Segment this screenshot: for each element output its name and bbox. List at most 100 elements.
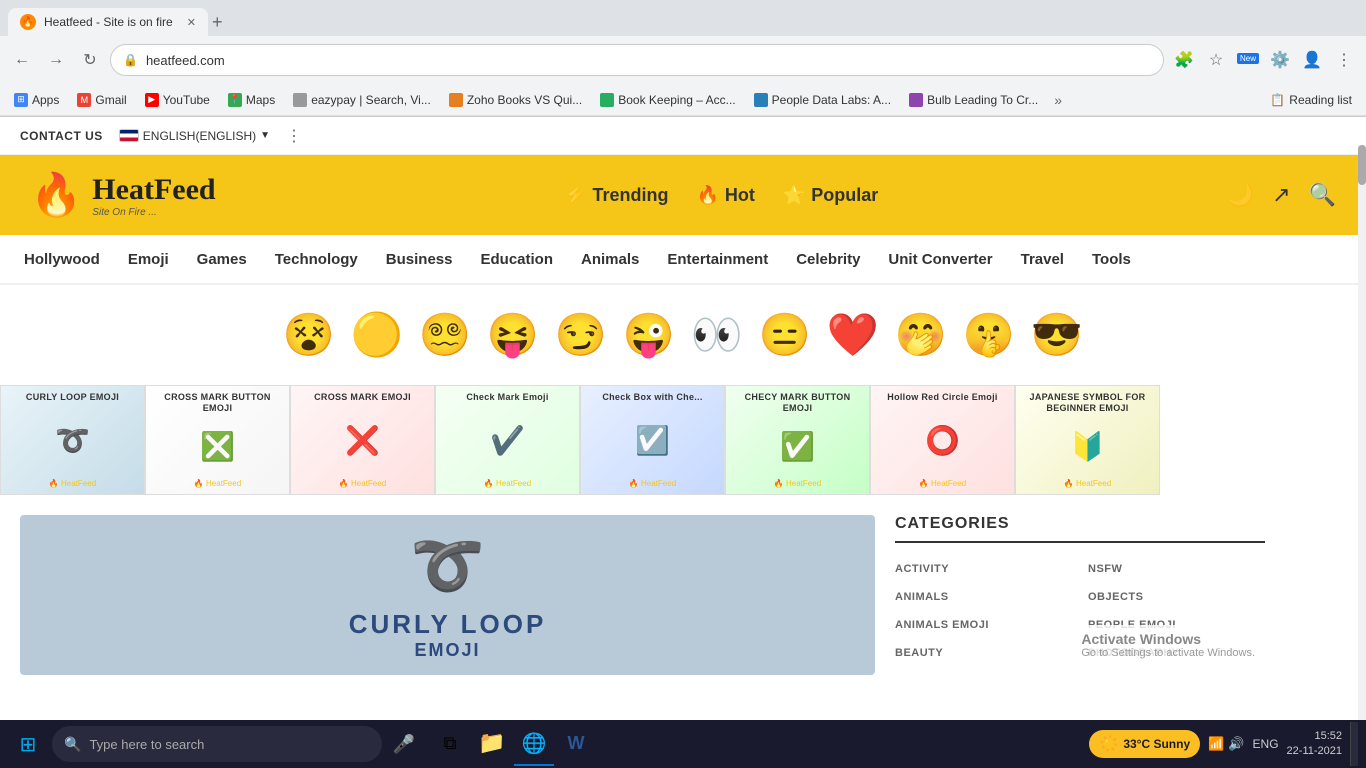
search-icon[interactable]: 🔍	[1309, 182, 1336, 208]
logo-flame-icon[interactable]: 🔥	[30, 171, 82, 220]
hot-nav-item[interactable]: 🔥 Hot	[696, 185, 754, 206]
forward-button[interactable]: →	[42, 46, 70, 74]
curly-loop-symbol: ➰	[410, 530, 485, 601]
nav-unit-converter[interactable]: Unit Converter	[874, 235, 1006, 284]
tab-bar: 🔥 Heatfeed - Site is on fire ✕ +	[0, 0, 1366, 36]
new-badge-button[interactable]: New	[1234, 46, 1262, 74]
category-objects[interactable]: OBJECTS	[1088, 587, 1265, 607]
category-animals-emoji[interactable]: ANIMALS EMOJI	[895, 615, 1072, 635]
taskbar-clock[interactable]: 15:52 22-11-2021	[1287, 729, 1342, 760]
emoji-item[interactable]: 🤭	[891, 305, 951, 365]
network-icon[interactable]: 📶	[1208, 736, 1224, 752]
taskbar-search-box[interactable]: 🔍 Type here to search	[52, 726, 382, 762]
contact-us-link[interactable]: CONTACT US	[20, 129, 103, 143]
bookmark-bookkeeping[interactable]: Book Keeping – Acc...	[594, 91, 741, 109]
category-photography[interactable]: PHOTOGRAPHY	[1088, 643, 1265, 663]
active-tab[interactable]: 🔥 Heatfeed - Site is on fire ✕	[8, 8, 208, 36]
start-button[interactable]: ⊞	[8, 724, 48, 764]
profile-button[interactable]: 👤	[1298, 46, 1326, 74]
share-icon[interactable]: ↗	[1272, 182, 1290, 208]
taskbar-app-taskview[interactable]: ⧉	[430, 722, 470, 766]
search-placeholder-text: Type here to search	[89, 737, 204, 752]
categories-title: CATEGORIES	[895, 515, 1265, 543]
reload-button[interactable]: ↻	[76, 46, 104, 74]
taskbar-app-explorer[interactable]: 📁	[472, 722, 512, 766]
clock-date: 22-11-2021	[1287, 744, 1342, 759]
popular-label: Popular	[811, 185, 878, 206]
cortana-button[interactable]: 🎤	[386, 726, 422, 762]
nav-hollywood[interactable]: Hollywood	[10, 235, 114, 284]
emoji-item[interactable]: 😝	[483, 305, 543, 365]
card-cross-mark-button[interactable]: CROSS MARK BUTTON EMOJI ❎ 🔥 HeatFeed	[145, 385, 290, 495]
category-nsfw[interactable]: NSFW	[1088, 559, 1265, 579]
card-brand: 🔥 HeatFeed	[774, 479, 821, 488]
emoji-item[interactable]: 😏	[551, 305, 611, 365]
emoji-item[interactable]: 😎	[1027, 305, 1087, 365]
back-button[interactable]: ←	[8, 46, 36, 74]
logo-name[interactable]: HeatFeed	[92, 173, 215, 207]
nav-games[interactable]: Games	[183, 235, 261, 284]
nav-tools[interactable]: Tools	[1078, 235, 1145, 284]
bookmark-peopledata[interactable]: People Data Labs: A...	[748, 91, 897, 109]
card-check-box[interactable]: Check Box with Che... ☑️ 🔥 HeatFeed	[580, 385, 725, 495]
emoji-item[interactable]: 👀	[687, 305, 747, 365]
card-label: CROSS MARK EMOJI	[314, 392, 411, 403]
emoji-item[interactable]: 😑	[755, 305, 815, 365]
emoji-item[interactable]: ❤️	[823, 305, 883, 365]
emoji-item[interactable]: 😵	[279, 305, 339, 365]
bookmark-maps[interactable]: 📍 Maps	[222, 91, 281, 109]
nav-education[interactable]: Education	[466, 235, 567, 284]
card-japanese-symbol[interactable]: JAPANESE SYMBOL FOR BEGINNER EMOJI 🔰 🔥 H…	[1015, 385, 1160, 495]
emoji-item[interactable]: 😵‍💫	[415, 305, 475, 365]
weather-widget[interactable]: ☀️ 33°C Sunny	[1089, 730, 1200, 758]
bookmark-button[interactable]: ☆	[1202, 46, 1230, 74]
extensions2-button[interactable]: ⚙️	[1266, 46, 1294, 74]
card-hollow-red-circle[interactable]: Hollow Red Circle Emoji ⭕ 🔥 HeatFeed	[870, 385, 1015, 495]
nav-technology[interactable]: Technology	[261, 235, 372, 284]
trending-nav-item[interactable]: ⚡ Trending	[564, 185, 668, 206]
card-icon: ☑️	[635, 424, 670, 457]
nav-entertainment[interactable]: Entertainment	[653, 235, 782, 284]
bookmark-eazypay[interactable]: eazypay | Search, Vi...	[287, 91, 437, 109]
gmail-favicon: M	[77, 93, 91, 107]
nav-business[interactable]: Business	[372, 235, 467, 284]
popular-nav-item[interactable]: ⭐ Popular	[783, 185, 878, 206]
reading-list-button[interactable]: 📋 Reading list	[1264, 91, 1358, 109]
bookmarks-more[interactable]: »	[1054, 92, 1062, 108]
address-bar[interactable]: 🔒 heatfeed.com	[110, 44, 1164, 76]
bookmark-youtube[interactable]: ▶ YouTube	[139, 91, 216, 109]
dark-mode-icon[interactable]: 🌙	[1227, 182, 1254, 208]
more-options-icon[interactable]: ⋮	[286, 126, 302, 146]
card-cross-mark[interactable]: CROSS MARK EMOJI ❌ 🔥 HeatFeed	[290, 385, 435, 495]
tab-close-button[interactable]: ✕	[187, 16, 196, 29]
category-animals[interactable]: ANIMALS	[895, 587, 1072, 607]
bookmark-apps[interactable]: ⊞ Apps	[8, 91, 65, 109]
emoji-item[interactable]: 🟡	[347, 305, 407, 365]
taskbar-app-word[interactable]: W	[556, 722, 596, 766]
taskbar-app-chrome[interactable]: 🌐	[514, 722, 554, 766]
nav-animals[interactable]: Animals	[567, 235, 653, 284]
emoji-item[interactable]: 🤫	[959, 305, 1019, 365]
taskbar-right: ☀️ 33°C Sunny 📶 🔊 ENG 15:52 22-11-2021	[1089, 722, 1358, 766]
menu-button[interactable]: ⋮	[1330, 46, 1358, 74]
volume-icon[interactable]: 🔊	[1228, 736, 1244, 752]
extensions-button[interactable]: 🧩	[1170, 46, 1198, 74]
category-beauty[interactable]: BEAUTY	[895, 643, 1072, 663]
nav-travel[interactable]: Travel	[1007, 235, 1078, 284]
new-tab-button[interactable]: +	[212, 12, 223, 33]
bookmark-zoho[interactable]: Zoho Books VS Qui...	[443, 91, 588, 109]
card-check-green[interactable]: CHECY MARK BUTTON EMOJI ✅ 🔥 HeatFeed	[725, 385, 870, 495]
language-selector[interactable]: ENGLISH(ENGLISH) ▼	[119, 129, 270, 143]
card-check-mark[interactable]: Check Mark Emoji ✔️ 🔥 HeatFeed	[435, 385, 580, 495]
scrollbar-thumb[interactable]	[1358, 145, 1366, 185]
category-people-emoji[interactable]: PEOPLE EMOJI	[1088, 615, 1265, 635]
emoji-item[interactable]: 😜	[619, 305, 679, 365]
nav-celebrity[interactable]: Celebrity	[782, 235, 874, 284]
bookmark-bulb[interactable]: Bulb Leading To Cr...	[903, 91, 1044, 109]
show-desktop-button[interactable]	[1350, 722, 1358, 766]
nav-emoji[interactable]: Emoji	[114, 235, 183, 284]
card-curly-loop[interactable]: CURLY LOOP EMOJI ➰ 🔥 HeatFeed	[0, 385, 145, 495]
category-activity[interactable]: ACTIVITY	[895, 559, 1072, 579]
bookmark-gmail[interactable]: M Gmail	[71, 91, 132, 109]
youtube-favicon: ▶	[145, 93, 159, 107]
